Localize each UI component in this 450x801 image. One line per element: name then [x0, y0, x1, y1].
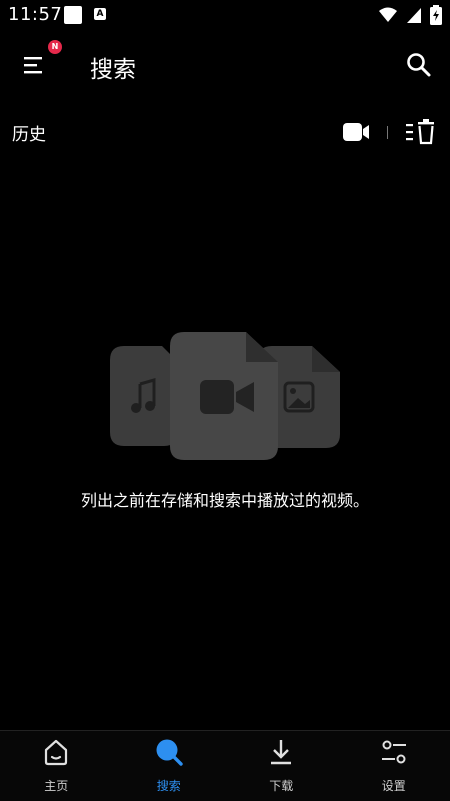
a-notification-icon: A	[94, 8, 106, 20]
page-title: 搜索	[90, 50, 136, 84]
wifi-icon	[378, 6, 398, 24]
menu-icon	[20, 52, 50, 78]
nav-item-settings[interactable]: 设置	[338, 731, 450, 801]
nav-item-home[interactable]: 主页	[0, 731, 113, 801]
empty-state-illustration	[108, 330, 344, 462]
music-file-icon	[110, 346, 178, 446]
status-icons	[378, 5, 442, 25]
search-button[interactable]	[404, 50, 434, 80]
empty-state-message: 列出之前在存储和搜索中播放过的视频。	[0, 487, 450, 511]
settings-icon	[379, 737, 409, 767]
video-file-icon	[170, 332, 278, 460]
download-icon	[266, 737, 296, 767]
menu-button[interactable]	[20, 52, 60, 88]
divider	[387, 126, 388, 139]
clear-trash-icon	[404, 118, 436, 146]
search-icon	[154, 737, 184, 767]
nav-label-search: 搜索	[113, 777, 226, 794]
app-bar	[0, 36, 450, 96]
clear-history-button[interactable]	[404, 118, 436, 146]
nav-label-download: 下载	[225, 777, 338, 794]
history-title: 历史	[12, 120, 46, 145]
status-time: 11:57	[8, 4, 62, 25]
nav-item-download[interactable]: 下载	[225, 731, 338, 801]
nav-item-search[interactable]: 搜索	[113, 731, 226, 801]
new-badge: N	[48, 40, 62, 54]
nav-label-settings: 设置	[338, 777, 450, 794]
bottom-navigation: 主页 搜索 下载 设置	[0, 730, 450, 801]
video-camera-icon	[342, 121, 372, 143]
nav-label-home: 主页	[0, 777, 113, 794]
status-bar: 11:57 A	[0, 0, 450, 32]
home-icon	[41, 737, 71, 767]
notification-icon	[64, 6, 82, 24]
search-icon	[404, 50, 434, 80]
battery-icon	[430, 5, 442, 25]
signal-icon	[406, 6, 422, 24]
video-filter-button[interactable]	[342, 121, 372, 143]
